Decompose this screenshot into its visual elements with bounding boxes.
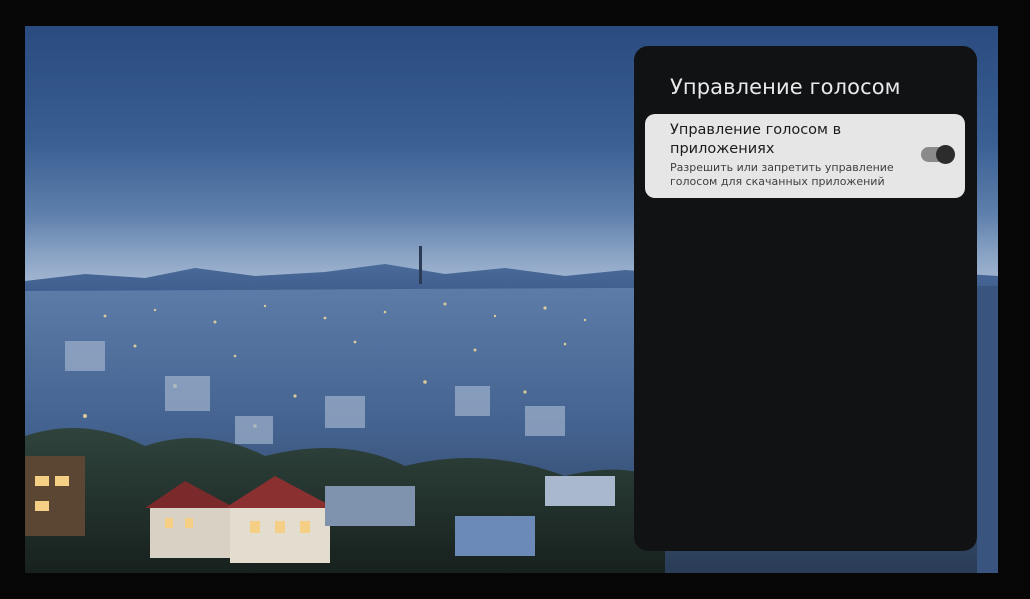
panel-title: Управление голосом xyxy=(670,75,901,99)
setting-title: Управление голосом в приложениях xyxy=(670,122,842,157)
setting-description: Разрешить или запретить управление голос… xyxy=(670,161,894,188)
voice-control-panel: Управление голосом Управление голосом в … xyxy=(634,46,977,551)
tv-screen: Управление голосом Управление голосом в … xyxy=(25,26,998,573)
setting-voice-control-in-apps[interactable]: Управление голосом в приложениях Разреши… xyxy=(645,114,965,198)
voice-control-toggle[interactable] xyxy=(921,145,955,164)
toggle-knob xyxy=(936,145,955,164)
